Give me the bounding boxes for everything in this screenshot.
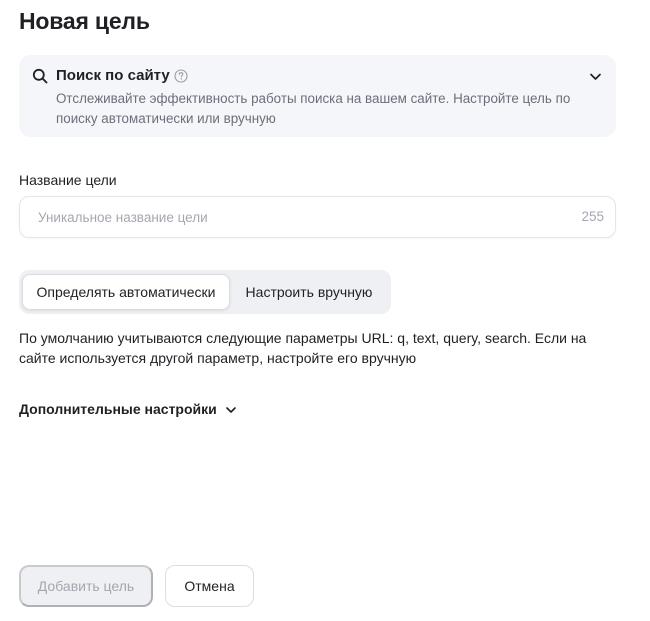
question-circle-icon[interactable] xyxy=(174,69,188,83)
url-params-note: По умолчанию учитываются следующие парам… xyxy=(19,330,587,366)
mode-option-auto[interactable]: Определять автоматически xyxy=(22,274,230,310)
mode-switch: Определять автоматически Настроить вручн… xyxy=(19,270,391,314)
extra-settings-label: Дополнительные настройки xyxy=(19,401,217,417)
add-goal-button[interactable]: Добавить цель xyxy=(19,565,153,607)
chevron-down-icon xyxy=(590,73,601,80)
mode-option-manual[interactable]: Настроить вручную xyxy=(232,274,386,310)
search-icon xyxy=(32,68,48,84)
char-counter: 255 xyxy=(581,209,604,224)
cancel-button[interactable]: Отмена xyxy=(165,565,254,607)
new-goal-page: Новая цель Поиск по сайту Отслеживайте э… xyxy=(0,0,650,621)
goal-name-field[interactable]: 255 xyxy=(19,196,616,238)
chevron-down-icon xyxy=(225,406,236,413)
goal-name-label: Название цели xyxy=(19,172,117,188)
goal-type-selector[interactable]: Поиск по сайту Отслеживайте эффективност… xyxy=(19,55,616,137)
extra-settings-toggle[interactable]: Дополнительные настройки xyxy=(19,401,237,417)
goal-type-title: Поиск по сайту xyxy=(56,67,170,84)
goal-name-input[interactable] xyxy=(38,197,558,237)
goal-type-description: Отслеживайте эффективность работы поиска… xyxy=(56,91,571,126)
page-title: Новая цель xyxy=(19,8,150,34)
